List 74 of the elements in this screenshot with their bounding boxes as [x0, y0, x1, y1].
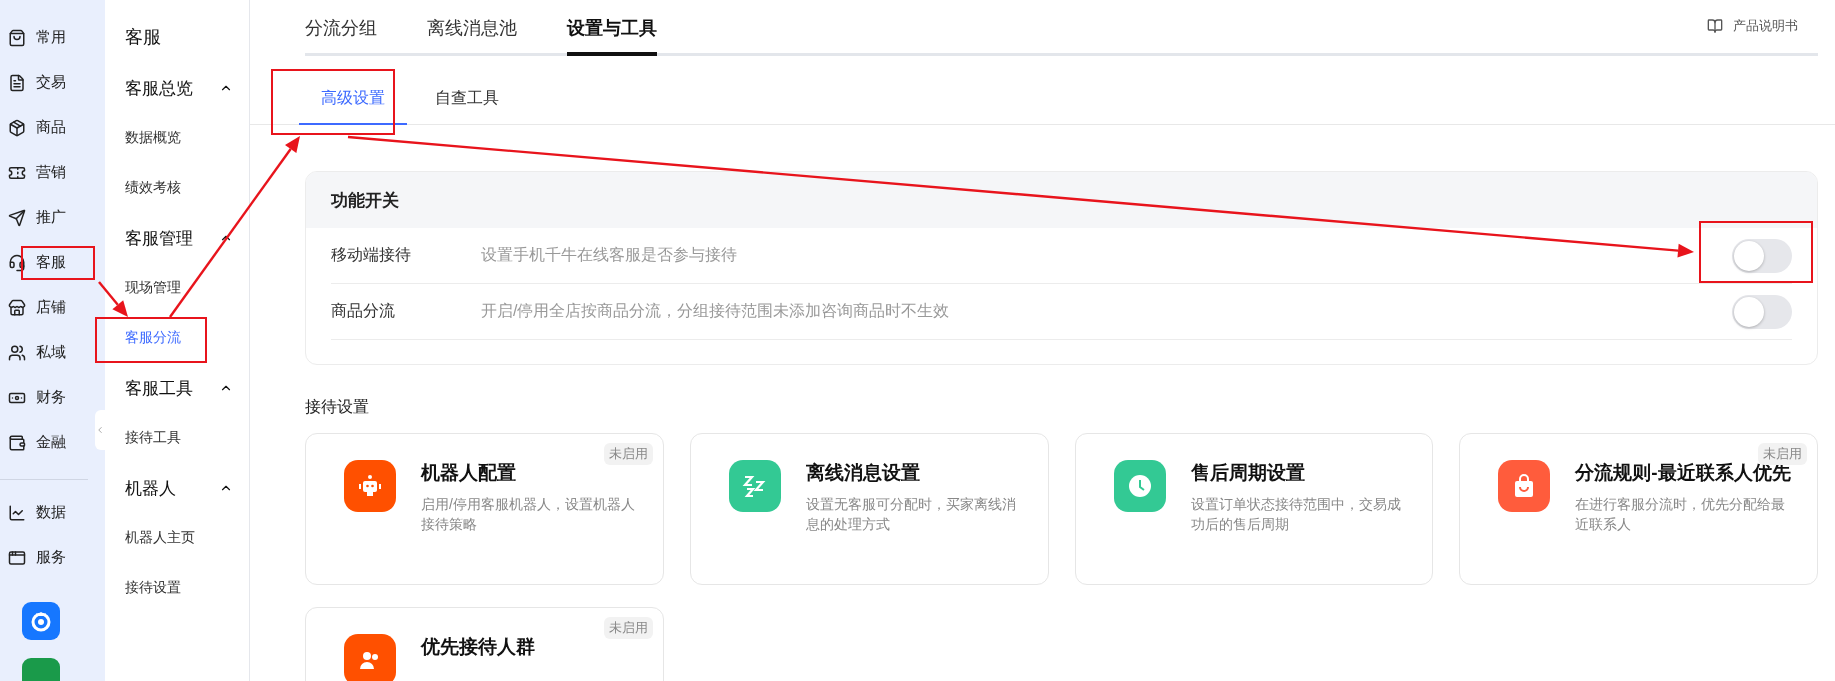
settings-card[interactable]: 未启用 分流规则-最近联系人优先 在进行客服分流时，优先分配给最近联系人 — [1459, 433, 1818, 585]
setting-description: 开启/停用全店按商品分流，分组接待范围未添加咨询商品时不生效 — [481, 301, 951, 321]
card-description: 设置订单状态接待范围中，交易成功后的售后周期 — [1190, 495, 1402, 534]
bag-icon — [8, 28, 26, 47]
card-description: 在进行客服分流时，优先分配给最近联系人 — [1575, 495, 1787, 534]
document-icon — [8, 73, 26, 92]
settings-card[interactable]: 售后周期设置 设置订单状态接待范围中，交易成功后的售后周期 — [1074, 433, 1434, 585]
app-logo-icon[interactable] — [22, 602, 60, 640]
toggle-switch[interactable] — [1732, 238, 1792, 273]
tab[interactable]: 自查工具 — [413, 76, 521, 125]
status-badge: 未启用 — [603, 617, 653, 639]
card-title: 优先接待人群 — [421, 635, 535, 659]
nav-item[interactable]: 商品 — [0, 105, 70, 150]
manual-link[interactable]: 产品说明书 — [1707, 17, 1798, 53]
group-label: 机器人 — [125, 477, 176, 500]
nav-item[interactable]: 金融 — [0, 420, 70, 465]
headset-icon — [8, 253, 26, 272]
nav-item[interactable]: 数据 — [0, 490, 70, 535]
nav-group-header[interactable]: 客服总览 — [125, 63, 249, 113]
section-title: 客服 — [125, 26, 162, 49]
robot-icon — [357, 473, 383, 499]
nav-item[interactable]: 常用 — [0, 15, 70, 60]
status-badge: 未启用 — [1758, 443, 1807, 465]
nav-item[interactable]: 绩效考核 — [125, 163, 249, 213]
panel-title: 功能开关 — [306, 172, 1817, 228]
nav-item[interactable]: 私域 — [0, 330, 70, 375]
setting-name: 移动端接待 — [331, 245, 412, 265]
section-title: 接待设置 — [305, 397, 370, 417]
nav-item[interactable]: 接待工具 — [125, 413, 249, 463]
tab[interactable]: 离线消息池 — [427, 16, 517, 56]
toggle-switch[interactable] — [1732, 294, 1792, 329]
nav-item[interactable]: 推广 — [0, 195, 70, 240]
users-icon — [8, 343, 26, 362]
tab[interactable]: 高级设置 — [299, 76, 407, 125]
chart-icon — [8, 503, 26, 522]
nav-item[interactable]: 客服 — [0, 240, 70, 285]
settings-card[interactable]: 未启用 机器人配置 启用/停用客服机器人，设置机器人接待策略 — [305, 433, 664, 585]
window-icon — [8, 548, 26, 567]
tab[interactable]: 设置与工具 — [567, 16, 657, 56]
paper-plane-icon — [8, 208, 26, 227]
setting-name: 商品分流 — [331, 301, 396, 321]
nav-item[interactable]: 服务 — [0, 535, 70, 580]
store-icon — [8, 298, 26, 317]
setting-description: 设置手机千牛在线客服是否参与接待 — [481, 245, 738, 265]
card-title: 机器人配置 — [421, 461, 517, 485]
sleep-icon — [741, 473, 768, 499]
card-title: 离线消息设置 — [805, 461, 921, 485]
group-label: 客服总览 — [125, 77, 193, 100]
collapse-handle[interactable] — [95, 410, 105, 450]
nav-item[interactable]: 机器人主页 — [125, 513, 249, 563]
wallet-icon — [8, 433, 26, 452]
card-title: 售后周期设置 — [1190, 461, 1306, 485]
nav-item[interactable]: 数据概览 — [125, 113, 249, 163]
status-badge: 未启用 — [603, 443, 653, 465]
card-description: 设置无客服可分配时，买家离线消息的处理方式 — [805, 495, 1017, 534]
nav-group-header[interactable]: 机器人 — [125, 463, 249, 513]
nav-item[interactable]: 交易 — [0, 60, 70, 105]
nav-item[interactable]: 营销 — [0, 150, 70, 195]
nav-item[interactable]: 店铺 — [0, 285, 70, 330]
nav-group-header[interactable]: 客服工具 — [125, 363, 249, 413]
nav-item[interactable]: 接待设置 — [125, 563, 249, 613]
nav-item[interactable]: 财务 — [0, 375, 70, 420]
book-icon — [1707, 18, 1723, 34]
clock-icon — [1126, 473, 1153, 499]
nav-item[interactable]: 现场管理 — [125, 263, 249, 313]
box-icon — [8, 118, 26, 137]
group-label: 客服工具 — [125, 377, 193, 400]
tab[interactable]: 分流分组 — [305, 16, 377, 56]
settings-card[interactable]: 离线消息设置 设置无客服可分配时，买家离线消息的处理方式 — [689, 433, 1049, 585]
settings-card[interactable]: 未启用 优先接待人群 — [305, 607, 664, 681]
group-label: 客服管理 — [125, 227, 193, 250]
card-description: 启用/停用客服机器人，设置机器人接待策略 — [421, 495, 636, 534]
nav-group-header[interactable]: 客服管理 — [125, 213, 249, 263]
nav-item[interactable]: 客服分流 — [125, 313, 249, 363]
